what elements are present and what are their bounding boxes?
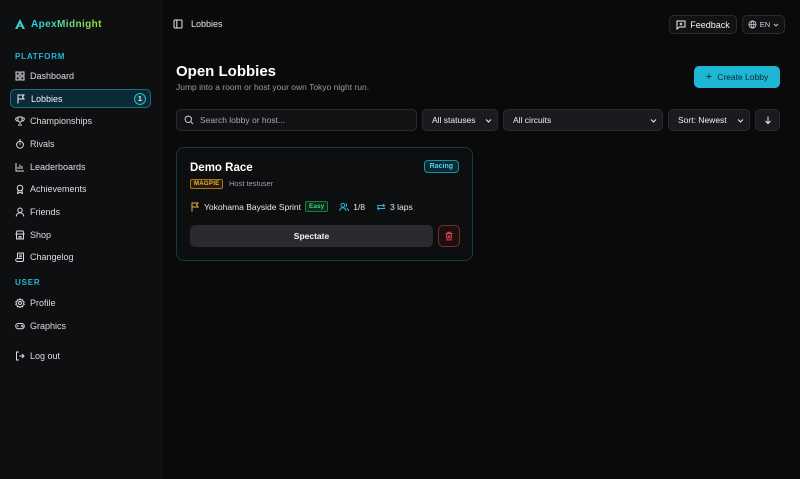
spectate-button[interactable]: Spectate xyxy=(190,225,433,247)
sidebar-item-dashboard[interactable]: Dashboard xyxy=(10,66,151,85)
sidebar-item-rivals[interactable]: Rivals xyxy=(10,134,151,153)
sidebar-item-label: Graphics xyxy=(30,320,67,331)
sidebar-item-changelog[interactable]: Changelog xyxy=(10,247,151,266)
search-icon xyxy=(184,115,194,125)
lap-count-value: 3 laps xyxy=(390,201,413,212)
circuit-filter-select[interactable]: All circuits xyxy=(503,109,663,131)
sidebar-item-friends[interactable]: Friends xyxy=(10,202,151,221)
search-placeholder: Search lobby or host... xyxy=(200,115,286,125)
sidebar-item-leaderboards[interactable]: Leaderboards xyxy=(10,157,151,176)
sidebar-item-achievements[interactable]: Achievements xyxy=(10,179,151,198)
sidebar-item-label: Rivals xyxy=(30,138,55,149)
user-section-label: USER xyxy=(15,278,41,287)
player-count-value: 1/8 xyxy=(353,201,366,212)
sort-select[interactable]: Sort: Newest xyxy=(668,109,750,131)
page-title: Open Lobbies xyxy=(176,63,277,80)
lap-count: 3 laps xyxy=(376,202,413,212)
sidebar-item-label: Leaderboards xyxy=(30,161,86,172)
gear-icon xyxy=(15,297,25,308)
sidebar-item-label: Lobbies xyxy=(31,93,63,104)
sort-direction-button[interactable] xyxy=(755,109,780,131)
chevron-down-icon xyxy=(650,117,657,124)
arrow-down-icon xyxy=(763,115,773,125)
lobby-host: Host testuser xyxy=(229,179,274,188)
sidebar-toggle-icon[interactable] xyxy=(173,19,183,29)
medal-icon xyxy=(15,184,25,194)
chevron-down-icon xyxy=(485,117,492,124)
message-plus-icon xyxy=(676,20,686,30)
status-filter-value: All statuses xyxy=(432,115,476,125)
car-tag: MAGPIE xyxy=(190,179,224,189)
sidebar-item-label: Shop xyxy=(30,229,52,240)
sidebar: ApexMidnight PLATFORM Dashboard Lobbies … xyxy=(0,0,163,479)
breadcrumb: Lobbies xyxy=(173,19,223,29)
feedback-button[interactable]: Feedback xyxy=(669,15,737,34)
apex-logo-icon xyxy=(14,18,26,30)
sidebar-item-label: Profile xyxy=(30,297,56,308)
timer-icon xyxy=(15,139,25,149)
user-icon xyxy=(15,207,25,217)
page-subtitle: Jump into a room or host your own Tokyo … xyxy=(176,82,370,92)
sidebar-item-profile[interactable]: Profile xyxy=(10,293,151,312)
sidebar-item-label: Championships xyxy=(30,115,93,126)
circuit-name: Yokohama Bayside Sprint xyxy=(204,201,302,212)
gamepad-icon xyxy=(15,321,25,331)
language-select[interactable]: EN xyxy=(742,15,785,34)
logout-button[interactable]: Log out xyxy=(10,346,151,365)
sidebar-item-graphics[interactable]: Graphics xyxy=(10,316,151,335)
sidebar-item-championships[interactable]: Championships xyxy=(10,111,151,130)
search-input[interactable]: Search lobby or host... xyxy=(176,109,417,131)
trash-icon xyxy=(444,231,454,241)
store-icon xyxy=(15,230,25,240)
sidebar-item-lobbies[interactable]: Lobbies 1 xyxy=(10,89,151,108)
sidebar-item-label: Changelog xyxy=(30,251,74,262)
status-filter-select[interactable]: All statuses xyxy=(422,109,498,131)
feedback-label: Feedback xyxy=(690,19,730,30)
logout-icon xyxy=(15,351,25,361)
lobbies-count-badge: 1 xyxy=(134,93,146,105)
scroll-icon xyxy=(15,252,25,262)
sidebar-item-label: Friends xyxy=(30,206,61,217)
chevron-down-icon xyxy=(773,22,779,28)
lobby-card[interactable]: Demo Race Racing MAGPIE Host testuser Yo… xyxy=(176,147,473,261)
circuit-filter-value: All circuits xyxy=(513,115,552,125)
brand-name: ApexMidnight xyxy=(31,18,102,30)
users-icon xyxy=(339,202,350,212)
breadcrumb-current: Lobbies xyxy=(191,19,223,29)
create-lobby-button[interactable]: + Create Lobby xyxy=(694,66,780,88)
create-lobby-label: Create Lobby xyxy=(717,72,769,82)
platform-section-label: PLATFORM xyxy=(15,52,66,61)
grid-icon xyxy=(15,71,25,81)
trophy-icon xyxy=(15,116,25,126)
flag-icon xyxy=(190,202,200,212)
bar-chart-icon xyxy=(15,162,25,172)
lobby-name: Demo Race xyxy=(190,162,253,174)
flag-icon xyxy=(16,94,26,104)
lobby-meta: Yokohama Bayside Sprint Easy 1/8 3 laps xyxy=(190,201,424,212)
status-badge: Racing xyxy=(423,160,459,173)
globe-icon xyxy=(748,20,757,29)
chevron-down-icon xyxy=(737,117,744,124)
language-label: EN xyxy=(759,20,771,29)
sidebar-item-label: Achievements xyxy=(30,183,87,194)
player-count: 1/8 xyxy=(339,202,365,212)
delete-lobby-button[interactable] xyxy=(438,225,460,247)
repeat-icon xyxy=(376,202,386,212)
plus-icon: + xyxy=(705,70,713,83)
sidebar-item-label: Dashboard xyxy=(30,70,75,81)
sort-value: Sort: Newest xyxy=(678,115,727,125)
sidebar-item-shop[interactable]: Shop xyxy=(10,225,151,244)
brand[interactable]: ApexMidnight xyxy=(14,18,102,30)
logout-label: Log out xyxy=(30,350,61,361)
difficulty-badge: Easy xyxy=(305,201,329,212)
